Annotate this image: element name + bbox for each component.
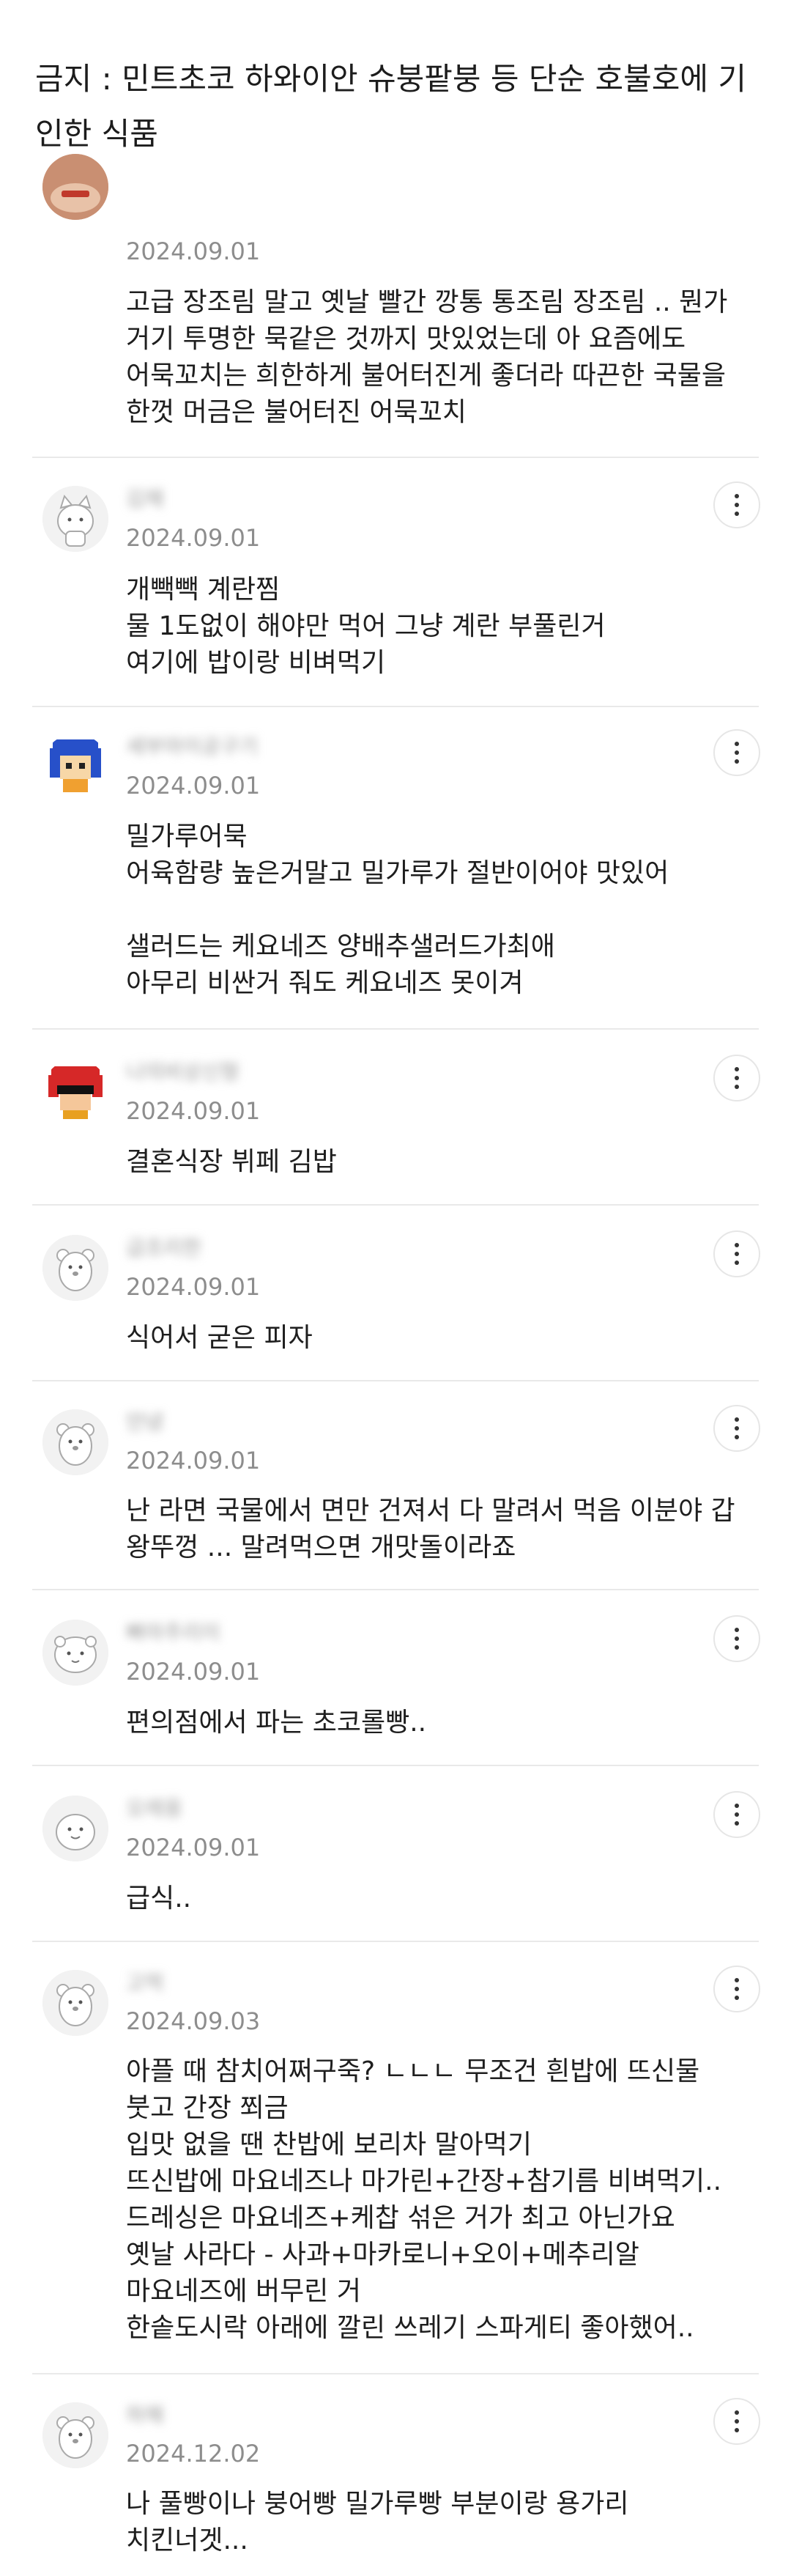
more-options-button[interactable] (713, 729, 760, 776)
comment-text: 아플 때 참치어쩌구죽? ㄴㄴㄴ 무조건 흰밥에 뜨신물 붓고 간장 쬐금 입맛… (126, 2056, 722, 2343)
comment-item: 빠마주리이 2024.09.01 편의점에서 파는 초코롤빵.. (0, 1590, 791, 1766)
comment-nickname[interactable]: 안녕 (126, 1409, 243, 1436)
pixel-character-avatar-icon[interactable] (42, 734, 108, 800)
more-options-button[interactable] (713, 481, 760, 528)
comment-date: 2024.09.01 (126, 1273, 261, 1301)
comment-item: 안녕 2024.09.01 난 라면 국물에서 면만 건져서 다 말려서 먹음 … (0, 1381, 791, 1590)
comment-nickname[interactable]: 나의비상신형 (126, 1059, 316, 1085)
blob-avatar-icon[interactable] (42, 1796, 108, 1861)
comment-item: 2024.09.01 고급 장조림 말고 옛날 빨간 깡통 통조림 장조림 ..… (0, 154, 791, 458)
comment-date: 2024.09.01 (126, 1447, 261, 1475)
comment-nickname[interactable]: 빠마주리이 (126, 1620, 272, 1646)
comment-item: 하해 2024.12.02 나 풀빵이나 붕어빵 밀가루빵 부분이랑 용가리 치… (0, 2374, 791, 2576)
comment-text: 편의점에서 파는 초코롤빵.. (126, 1708, 427, 1738)
comment-text: 급식.. (126, 1883, 192, 1913)
more-options-button[interactable] (713, 1055, 760, 1101)
bear-avatar-icon[interactable] (42, 1409, 108, 1475)
food-photo-avatar-icon[interactable] (42, 154, 108, 220)
more-vertical-icon (735, 2410, 739, 2432)
comment-date: 2024.09.01 (126, 237, 261, 265)
more-vertical-icon (735, 1804, 739, 1826)
comment-text: 난 라면 국물에서 면만 건져서 다 말려서 먹음 이분야 갑 왕뚜껑 ... … (126, 1496, 744, 1562)
red-pixel-character-avatar-icon[interactable] (42, 1059, 108, 1125)
more-options-button[interactable] (713, 1791, 760, 1838)
bear-avatar-icon[interactable] (42, 2402, 108, 2468)
post-title: 금지 : 민트초코 하와이안 슈붕팥붕 등 단순 호불호에 기인한 식품 (35, 61, 747, 152)
comment-nickname[interactable]: 오레옹 (126, 1796, 236, 1822)
comment-text: 식어서 굳은 피자 (126, 1323, 313, 1353)
hamster-avatar-icon[interactable] (42, 1620, 108, 1686)
comment-text: 나 풀빵이나 붕어빵 밀가루빵 부분이랑 용가리 치킨너겟... (126, 2489, 637, 2555)
comment-nickname[interactable]: 고먹 (126, 1970, 243, 1996)
cat-avatar-icon[interactable] (42, 486, 108, 552)
comment-item: 급조리한 2024.09.01 식어서 굳은 피자 (0, 1206, 791, 1381)
more-options-button[interactable] (713, 1615, 760, 1662)
comment-text: 고급 장조림 말고 옛날 빨간 깡통 통조림 장조림 .. 뭔가 거기 투명한 … (126, 287, 736, 427)
page: 금지 : 민트초코 하와이안 슈붕팥붕 등 단순 호불호에 기인한 식품 202… (0, 0, 791, 2576)
comment-nickname[interactable]: 김채 (126, 486, 294, 512)
more-options-button[interactable] (713, 2398, 760, 2445)
more-vertical-icon (735, 1067, 739, 1089)
comment-item: 세부마이공구기 2024.09.01 밀가루어묵 어육함량 높은거말고 밀가루가… (0, 707, 791, 1030)
more-vertical-icon (735, 1628, 739, 1650)
comment-item: 나의비상신형 2024.09.01 결혼식장 뷔페 김밥 (0, 1030, 791, 1206)
comment-date: 2024.09.01 (126, 1097, 261, 1125)
comment-nickname[interactable]: 하해 (126, 2402, 229, 2429)
more-vertical-icon (735, 1978, 739, 2000)
more-vertical-icon (735, 494, 739, 516)
comment-nickname[interactable]: 세부마이공구기 (126, 734, 368, 760)
comment-date: 2024.09.01 (126, 1834, 261, 1861)
more-vertical-icon (735, 1417, 739, 1439)
comment-date: 2024.09.01 (126, 772, 261, 800)
comment-nickname[interactable]: 급조리한 (126, 1235, 272, 1261)
comment-item: 오레옹 2024.09.01 급식.. (0, 1766, 791, 1942)
bear-avatar-icon[interactable] (42, 1970, 108, 2036)
bear-avatar-icon[interactable] (42, 1235, 108, 1301)
comment-date: 2024.12.02 (126, 2440, 261, 2468)
comment-text: 밀가루어묵 어육함량 높은거말고 밀가루가 절반이어야 맛있어 샐러드는 케요네… (126, 822, 669, 998)
comment-item: 김채 2024.09.01 개빽빽 계란찜 물 1도없이 해야만 먹어 그냥 계… (0, 458, 791, 707)
comment-item: 고먹 2024.09.03 아플 때 참치어쩌구죽? ㄴㄴㄴ 무조건 흰밥에 뜨… (0, 1942, 791, 2374)
comment-date: 2024.09.01 (126, 1658, 261, 1686)
more-vertical-icon (735, 742, 739, 764)
more-options-button[interactable] (713, 1230, 760, 1277)
comment-text: 결혼식장 뷔페 김밥 (126, 1147, 337, 1177)
comment-date: 2024.09.01 (126, 524, 261, 552)
more-options-button[interactable] (713, 1405, 760, 1452)
more-options-button[interactable] (713, 1966, 760, 2012)
comment-text: 개빽빽 계란찜 물 1도없이 해야만 먹어 그냥 계란 부풀린거 여기에 밥이랑… (126, 575, 606, 678)
comment-date: 2024.09.03 (126, 2007, 261, 2035)
more-vertical-icon (735, 1243, 739, 1265)
comment-list: 2024.09.01 고급 장조림 말고 옛날 빨간 깡통 통조림 장조림 ..… (0, 154, 791, 2576)
